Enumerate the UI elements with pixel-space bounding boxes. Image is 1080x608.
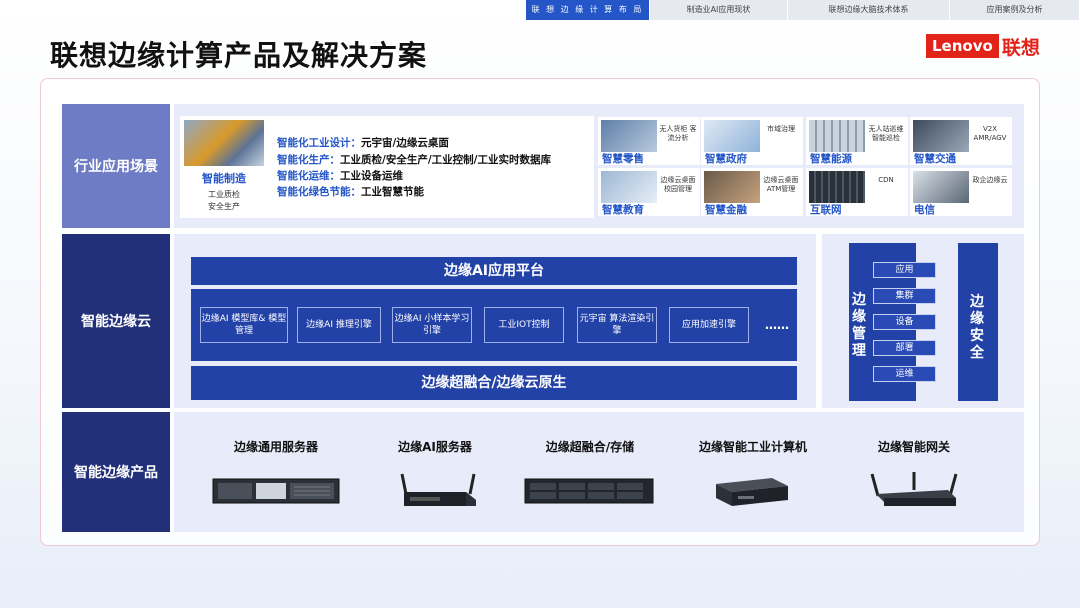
manufacturing-sub-2: 安全生产 (208, 202, 240, 211)
tile-desc: 政企边缘云 (972, 176, 1008, 184)
tile-retail[interactable]: 无人货柜 客流分析 智慧零售 (598, 117, 700, 165)
page-title: 联想边缘计算产品及解决方案 (50, 39, 428, 72)
mfg-key: 智能化生产： (277, 154, 340, 166)
manufacturing-name: 智能制造 (202, 172, 246, 185)
manufacturing-sub: 工业质检 安全生产 (184, 189, 264, 213)
mfg-line-design: 智能化工业设计：元宇宙/边缘云桌面 (277, 135, 449, 150)
factory-robot-image (184, 120, 264, 166)
energy-image (809, 120, 865, 152)
mfg-line-ops: 智能化运维：工业设备运维 (277, 168, 403, 183)
mfg-line-production: 智能化生产：工业质检/安全生产/工业控制/工业实时数据库 (277, 152, 551, 167)
tile-name: 智慧零售 (602, 153, 644, 165)
tile-desc: 无人站巡维 智能巡检 (868, 125, 904, 142)
product-ai-server: 边缘AI服务器 (398, 440, 472, 454)
tile-desc: 边缘云桌面 ATM管理 (763, 176, 799, 193)
mgmt-app[interactable]: 应用 (873, 262, 936, 278)
mfg-value: 工业设备运维 (340, 170, 403, 182)
engine-iot[interactable]: 工业IOT控制 (484, 307, 564, 343)
mfg-key: 智能化绿色节能： (277, 186, 361, 198)
lenovo-logo: Lenovo 联想 (926, 34, 1040, 59)
product-hci-storage: 边缘超融合/存储 (545, 440, 635, 454)
tile-internet[interactable]: CDN 互联网 (806, 168, 908, 216)
education-image (601, 171, 657, 203)
engine-render[interactable]: 元宇宙 算法渲染引擎 (577, 307, 657, 343)
retail-image (601, 120, 657, 152)
tile-name: 智慧能源 (810, 153, 852, 165)
transport-image (913, 120, 969, 152)
edge-management-title: 边缘管理 (852, 292, 866, 359)
product-general-server: 边缘通用服务器 (233, 440, 318, 454)
government-image (704, 120, 760, 152)
tile-transport[interactable]: V2X AMR/AGV 智慧交通 (910, 117, 1012, 165)
mfg-key: 智能化运维： (277, 170, 340, 182)
tile-name: 智慧政府 (705, 153, 747, 165)
mfg-key: 智能化工业设计： (277, 137, 361, 149)
tile-finance[interactable]: 边缘云桌面 ATM管理 智慧金融 (701, 168, 803, 216)
mgmt-device[interactable]: 设备 (873, 314, 936, 330)
engine-few-shot[interactable]: 边缘AI 小样本学习引擎 (392, 307, 472, 343)
ai-platform-bar: 边缘AI应用平台 (191, 257, 797, 285)
tile-name: 智慧交通 (914, 153, 956, 165)
tile-education[interactable]: 边缘云桌面 校园管理 智慧教育 (598, 168, 700, 216)
finance-image (704, 171, 760, 203)
tab-ai-status[interactable]: 制造业AI应用现状 (650, 0, 788, 20)
engine-accel[interactable]: 应用加速引擎 (669, 307, 749, 343)
telecom-image (913, 171, 969, 203)
product-gateway: 边缘智能网关 (877, 440, 950, 454)
mgmt-deploy[interactable]: 部署 (873, 340, 936, 356)
tile-energy[interactable]: 无人站巡维 智能巡检 智慧能源 (806, 117, 908, 165)
row-label-industry: 行业应用场景 (62, 104, 170, 228)
engine-inference[interactable]: 边缘AI 推理引擎 (297, 307, 381, 343)
manufacturing-sub-1: 工业质检 (208, 190, 240, 199)
logo-cn: 联想 (1001, 36, 1040, 59)
product-industrial-pc: 边缘智能工业计算机 (698, 440, 807, 454)
internet-image (809, 171, 865, 203)
tile-desc: 无人货柜 客流分析 (659, 125, 697, 142)
mfg-value: 工业智慧节能 (361, 186, 424, 198)
tab-edge-layout[interactable]: 联 想 边 缘 计 算 布 局 (526, 0, 650, 20)
row-label-products: 智能边缘产品 (62, 412, 170, 532)
mfg-value: 工业质检/安全生产/工业控制/工业实时数据库 (340, 154, 552, 166)
mfg-value: 元宇宙/边缘云桌面 (361, 137, 449, 149)
storage-server-icon (524, 478, 654, 504)
tile-name: 智慧教育 (602, 204, 644, 216)
hci-bar: 边缘超融合/边缘云原生 (191, 366, 797, 400)
tile-telecom[interactable]: 政企边缘云 电信 (910, 168, 1012, 216)
rack-server-icon (212, 478, 340, 504)
tile-desc: CDN (878, 176, 894, 184)
mgmt-cluster[interactable]: 集群 (873, 288, 936, 304)
industrial-pc-icon (716, 478, 788, 506)
tab-cases[interactable]: 应用案例及分析 (950, 0, 1080, 20)
logo-brand: Lenovo (926, 34, 999, 58)
tile-desc: 边缘云桌面 校园管理 (660, 176, 696, 193)
more-engines: …… (765, 318, 789, 332)
mfg-line-energy: 智能化绿色节能：工业智慧节能 (277, 184, 424, 199)
ai-server-icon (400, 473, 476, 506)
tile-name: 互联网 (810, 204, 842, 216)
tile-desc: V2X AMR/AGV (973, 125, 1007, 142)
tile-desc: 市域治理 (767, 125, 795, 133)
engine-model-lib[interactable]: 边缘AI 模型库& 模型管理 (200, 307, 288, 343)
tab-edge-brain[interactable]: 联想边缘大脑技术体系 (788, 0, 950, 20)
tile-name: 智慧金融 (705, 204, 747, 216)
row-label-cloud: 智能边缘云 (62, 234, 170, 408)
mgmt-ops[interactable]: 运维 (873, 366, 936, 382)
tile-name: 电信 (914, 204, 935, 216)
gateway-icon (870, 472, 958, 506)
top-nav: 联 想 边 缘 计 算 布 局 制造业AI应用现状 联想边缘大脑技术体系 应用案… (526, 0, 1080, 20)
edge-security-title: 边缘安全 (970, 294, 984, 361)
tile-government[interactable]: 市域治理 智慧政府 (701, 117, 803, 165)
